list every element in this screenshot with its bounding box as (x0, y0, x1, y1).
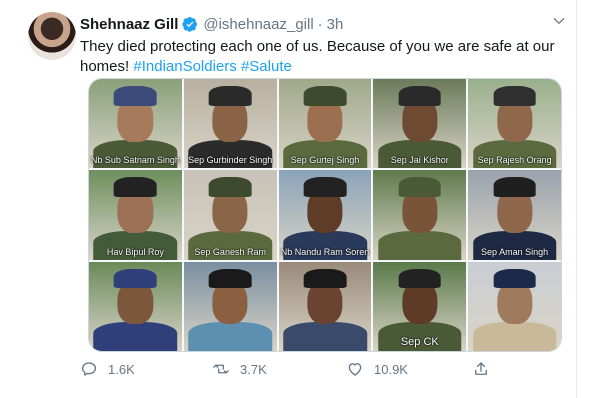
soldier-uniform (283, 322, 367, 351)
soldier-name-caption: Sep Gurbinder Singh (188, 155, 273, 166)
soldier-uniform (378, 231, 462, 260)
soldier-headgear (493, 268, 536, 289)
share-button[interactable] (472, 360, 500, 378)
hashtag-link-salute[interactable]: #Salute (241, 58, 292, 75)
tweet-header: Shehnaaz Gill @ishehnaaz_gill · 3h (80, 14, 343, 34)
like-count: 10.9K (374, 361, 408, 377)
soldier-name-caption: Nb Nandu Ram Soren (280, 246, 370, 257)
soldier-name-caption: Sep Aman Singh (481, 246, 549, 257)
retweet-count: 3.7K (240, 361, 267, 377)
hashtag-link-indiansoldiers[interactable]: #IndianSoldiers (133, 58, 236, 75)
share-icon (475, 362, 487, 375)
soldier-headgear (208, 177, 252, 198)
verified-badge-icon (182, 17, 198, 32)
soldier-name-caption: Sep Ganesh Ram (194, 246, 266, 257)
tweet-actions: 1.6K 3.7K 10.9K (80, 360, 560, 382)
soldier-headgear (303, 177, 347, 198)
tweet-card[interactable]: Shehnaaz Gill @ishehnaaz_gill · 3h They … (10, 0, 577, 398)
reply-icon (81, 362, 97, 376)
soldier-uniform (472, 322, 557, 351)
tweet-photo[interactable]: Nb Sub Satnam Singh Sep Gurbinder Singh Se… (88, 78, 562, 352)
soldier-uniform (93, 322, 178, 351)
soldier-photo: Nb Nandu Ram Soren (278, 170, 372, 260)
reply-count: 1.6K (108, 361, 135, 377)
soldier-photo: Sep CK (373, 261, 467, 351)
soldier-photo (183, 261, 277, 351)
heart-icon (348, 363, 362, 376)
chevron-down-icon[interactable] (552, 14, 566, 28)
separator-dot: · (317, 15, 323, 33)
soldier-name-caption: Sep CK (400, 335, 439, 348)
soldier-headgear (398, 177, 442, 198)
soldier-headgear (303, 86, 347, 106)
soldier-headgear (114, 177, 157, 198)
soldier-photo: Sep Ganesh Ram (183, 170, 277, 260)
retweet-icon (213, 364, 229, 374)
soldier-photo (89, 261, 182, 351)
reply-button[interactable]: 1.6K (80, 360, 135, 378)
retweet-button[interactable]: 3.7K (212, 360, 267, 378)
soldier-headgear (398, 268, 442, 289)
soldier-headgear (114, 86, 157, 106)
author-avatar[interactable] (28, 12, 76, 60)
soldier-name-caption: Hav Bipul Roy (106, 246, 164, 257)
soldier-photo-collage: Nb Sub Satnam Singh Sep Gurbinder Singh Se… (89, 79, 561, 351)
soldier-photo: Sep Aman Singh (468, 170, 561, 260)
soldier-uniform (188, 322, 272, 351)
tweet-timestamp[interactable]: 3h (327, 16, 344, 33)
soldier-photo: Sep Rajesh Orang (468, 79, 561, 169)
soldier-photo (373, 170, 467, 260)
author-handle[interactable]: @ishehnaaz_gill (203, 16, 313, 33)
tweet-text: They died protecting each one of us. Bec… (80, 37, 558, 77)
soldier-name-caption: Sep Rajesh Orang (477, 155, 552, 166)
soldier-headgear (493, 86, 536, 106)
soldier-name-caption: Nb Sub Satnam Singh (90, 155, 180, 166)
soldier-photo: Sep Gurtej Singh (278, 79, 372, 169)
soldier-headgear (493, 177, 536, 198)
author-name[interactable]: Shehnaaz Gill (80, 16, 178, 33)
soldier-headgear (208, 86, 252, 106)
like-button[interactable]: 10.9K (346, 360, 408, 378)
soldier-headgear (398, 86, 442, 106)
soldier-photo (468, 261, 561, 351)
soldier-photo: Nb Sub Satnam Singh (89, 79, 182, 169)
soldier-headgear (303, 268, 347, 289)
soldier-name-caption: Sep Gurtej Singh (290, 155, 360, 166)
soldier-photo: Sep Jai Kishor (373, 79, 467, 169)
soldier-headgear (208, 268, 252, 289)
soldier-photo: Hav Bipul Roy (89, 170, 182, 260)
soldier-photo: Sep Gurbinder Singh (183, 79, 277, 169)
soldier-headgear (114, 268, 157, 289)
soldier-photo (278, 261, 372, 351)
soldier-name-caption: Sep Jai Kishor (390, 155, 449, 166)
